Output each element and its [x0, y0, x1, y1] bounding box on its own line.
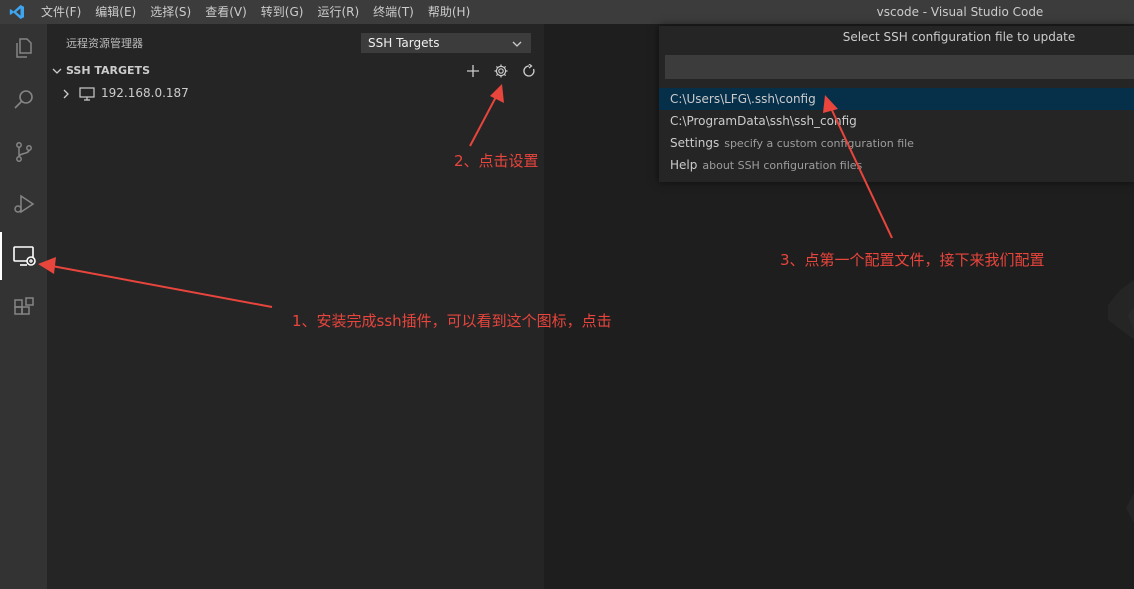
title-bar: 文件(F) 编辑(E) 选择(S) 查看(V) 转到(G) 运行(R) 终端(T… [0, 0, 1134, 24]
quick-pick-item-label: Help [670, 158, 698, 172]
quick-pick-item-description: specify a custom configuration file [724, 137, 914, 150]
watermark-logo-fragment [1126, 493, 1134, 523]
quick-pick-input[interactable] [665, 55, 1134, 79]
ssh-host-label: 192.168.0.187 [101, 86, 189, 100]
quick-pick-item-description: about SSH configuration files [702, 159, 863, 172]
quick-pick-item-label: C:\ProgramData\ssh\ssh_config [670, 114, 857, 128]
ssh-targets-section-header[interactable]: SSH TARGETS [47, 60, 544, 82]
quick-pick: Select SSH configuration file to update … [659, 26, 1134, 182]
menu-run[interactable]: 运行(R) [310, 0, 366, 24]
menu-file[interactable]: 文件(F) [34, 0, 88, 24]
annotation-step3: 3、点第一个配置文件，接下来我们配置 [780, 251, 1045, 269]
run-debug-icon[interactable] [0, 180, 47, 228]
menu-selection[interactable]: 选择(S) [143, 0, 198, 24]
quick-pick-item[interactable]: C:\Users\LFG\.ssh\config [659, 88, 1134, 110]
target-type-value: SSH Targets [368, 36, 440, 50]
source-control-icon[interactable] [0, 128, 47, 176]
chevron-down-icon [512, 41, 522, 47]
refresh-icon[interactable] [520, 62, 538, 80]
quick-pick-title: Select SSH configuration file to update [842, 30, 1076, 44]
remote-explorer-icon[interactable] [0, 232, 47, 280]
menu-help[interactable]: 帮助(H) [421, 0, 477, 24]
extensions-icon[interactable] [0, 284, 47, 332]
quick-pick-item[interactable]: Help about SSH configuration files [659, 154, 1134, 176]
add-icon[interactable] [464, 62, 482, 80]
gear-icon[interactable] [492, 62, 510, 80]
search-icon[interactable] [0, 76, 47, 124]
chevron-down-icon [52, 68, 62, 74]
quick-pick-item[interactable]: C:\ProgramData\ssh\ssh_config [659, 110, 1134, 132]
annotation-step2: 2、点击设置 [454, 152, 539, 170]
target-type-select[interactable]: SSH Targets [361, 33, 531, 53]
explorer-icon[interactable] [0, 24, 47, 72]
section-title: SSH TARGETS [66, 64, 150, 77]
vscode-logo-icon [0, 0, 34, 24]
menu-go[interactable]: 转到(G) [254, 0, 311, 24]
menu-bar: 文件(F) 编辑(E) 选择(S) 查看(V) 转到(G) 运行(R) 终端(T… [34, 0, 477, 24]
sidebar: 远程资源管理器 SSH Targets SSH TARGETS 192.168.… [47, 24, 544, 589]
menu-terminal[interactable]: 终端(T) [366, 0, 421, 24]
window-title: vscode - Visual Studio Code [876, 5, 1044, 19]
activity-bar [0, 24, 47, 589]
quick-pick-item-label: C:\Users\LFG\.ssh\config [670, 92, 816, 106]
quick-pick-item-label: Settings [670, 136, 720, 150]
watermark-logo [1108, 280, 1134, 340]
menu-view[interactable]: 查看(V) [198, 0, 254, 24]
sidebar-title: 远程资源管理器 [66, 37, 143, 50]
ssh-host-item[interactable]: 192.168.0.187 [47, 83, 544, 105]
monitor-icon [79, 87, 95, 101]
menu-edit[interactable]: 编辑(E) [88, 0, 143, 24]
annotation-step1: 1、安装完成ssh插件，可以看到这个图标，点击 [292, 312, 612, 330]
quick-pick-item[interactable]: Settings specify a custom configuration f… [659, 132, 1134, 154]
chevron-right-icon [63, 89, 69, 99]
